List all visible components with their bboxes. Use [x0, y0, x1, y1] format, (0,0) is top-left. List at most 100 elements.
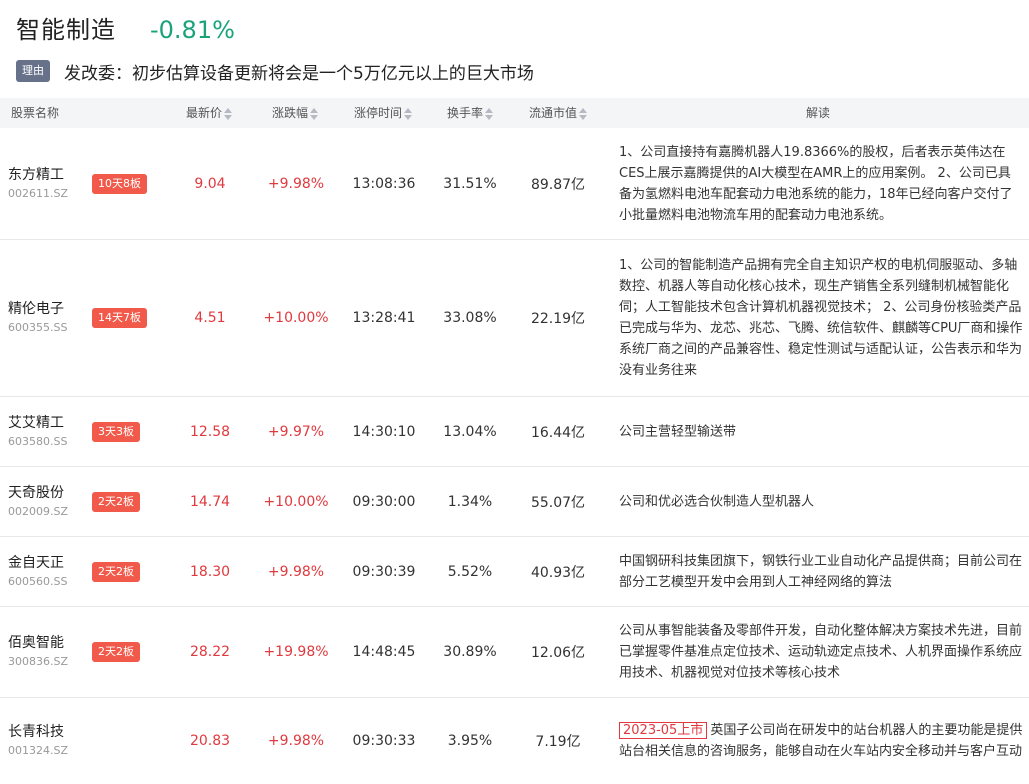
stock-code: 002009.SZ — [8, 504, 69, 518]
market-cap: 89.87亿 — [530, 176, 586, 193]
market-cap: 22.19亿 — [530, 311, 586, 327]
table-row[interactable]: 天奇股份 002009.SZ 2天2板 14.74 +10.00% 09:30:… — [0, 467, 1029, 537]
limit-up-badge: 10天8板 — [92, 173, 147, 194]
price: 18.30 — [189, 563, 231, 580]
description: 2023-05上市 英国子公司尚在研发中的站台机器人的主要功能是提供站台相关信息的… — [619, 720, 1023, 762]
stock-code: 603580.SS — [8, 434, 68, 448]
stock-code: 600560.SS — [8, 574, 68, 588]
table-row[interactable]: 金自天正 600560.SS 2天2板 18.30 +9.98% 09:30:3… — [0, 537, 1029, 607]
stock-code: 300836.SZ — [8, 655, 69, 668]
description-text: 1、公司的智能制造产品拥有完全自主知识产权的电机伺服驱动、多轴数控、机器人等自动… — [619, 258, 1023, 378]
description: 公司主营轻型输送带 — [619, 421, 1023, 442]
ipo-tag: 2023-05上市 — [619, 722, 708, 739]
sort-icon — [224, 107, 233, 120]
description: 1、公司直接持有嘉腾机器人19.8366%的股权，后者表示英伟达在CES上展示嘉… — [619, 142, 1023, 226]
turnover-rate: 13.04% — [443, 423, 497, 440]
limit-up-time: 14:30:10 — [352, 423, 416, 440]
col-pct-label: 涨跌幅 — [272, 106, 309, 120]
stock-name-block[interactable]: 艾艾精工 603580.SS — [8, 413, 67, 451]
stock-name-block[interactable]: 东方精工 002611.SZ — [8, 165, 68, 203]
col-cap-label: 流通市值 — [529, 106, 578, 120]
reason-tag: 理由 — [16, 60, 50, 82]
description: 1、公司的智能制造产品拥有完全自主知识产权的电机伺服驱动、多轴数控、机器人等自动… — [619, 255, 1023, 381]
description: 公司从事智能装备及零部件开发，自动化整体解决方案技术先进，目前已掌握零件基准点定… — [619, 621, 1023, 684]
sector-title: 智能制造 — [16, 16, 116, 44]
col-price[interactable]: 最新价 — [186, 98, 233, 128]
price: 28.22 — [189, 644, 231, 660]
reason-bar: 理由 发改委：初步估算设备更新将会是一个5万亿元以上的巨大市场 — [16, 58, 534, 84]
market-cap: 40.93亿 — [530, 564, 586, 581]
table-row[interactable]: 东方精工 002611.SZ 10天8板 9.04 +9.98% 13:08:3… — [0, 128, 1029, 240]
turnover-rate: 3.95% — [447, 733, 493, 749]
change-pct: +10.00% — [263, 493, 329, 510]
col-desc: 解读 — [806, 106, 831, 120]
table-row[interactable]: 长青科技 001324.SZ 20.83 +9.98% 09:30:33 3.9… — [0, 698, 1029, 784]
limit-up-badge: 14天7板 — [92, 308, 147, 328]
stock-name-block[interactable]: 天奇股份 002009.SZ — [8, 483, 68, 521]
col-time[interactable]: 涨停时间 — [354, 98, 413, 128]
sort-icon — [579, 107, 588, 120]
description-text: 公司和优必选合伙制造人型机器人 — [619, 494, 815, 509]
col-turnover-label: 换手率 — [447, 106, 484, 120]
change-pct: +9.98% — [267, 175, 325, 192]
limit-up-badge: 3天3板 — [92, 421, 140, 442]
description-text: 中国钢研科技集团旗下，钢铁行业工业自动化产品提供商；目前公司在部分工艺模型开发中… — [619, 553, 1023, 590]
stock-code: 001324.SZ — [8, 744, 69, 757]
reason-text: 发改委：初步估算设备更新将会是一个5万亿元以上的巨大市场 — [64, 63, 534, 84]
turnover-rate: 31.51% — [443, 175, 497, 192]
stock-name-block[interactable]: 长青科技 001324.SZ — [8, 722, 68, 760]
stock-name: 长青科技 — [8, 724, 64, 740]
turnover-rate: 5.52% — [447, 563, 493, 580]
stock-name-block[interactable]: 金自天正 600560.SS — [8, 553, 67, 591]
turnover-rate: 1.34% — [447, 493, 493, 510]
price: 14.74 — [189, 493, 231, 510]
col-cap[interactable]: 流通市值 — [529, 98, 588, 128]
table-row[interactable]: 精伦电子 600355.SS 14天7板 4.51 +10.00% 13:28:… — [0, 240, 1029, 397]
change-pct: +10.00% — [263, 310, 329, 326]
col-price-label: 最新价 — [186, 106, 223, 120]
sort-icon — [310, 107, 319, 120]
limit-up-badge: 2天2板 — [92, 491, 140, 512]
sector-change: -0.81% — [150, 16, 235, 44]
stock-name: 艾艾精工 — [8, 414, 64, 431]
limit-up-badge: 2天2板 — [92, 642, 140, 662]
price: 9.04 — [194, 175, 226, 192]
limit-up-time: 09:30:39 — [352, 563, 416, 580]
table-row[interactable]: 佰奥智能 300836.SZ 2天2板 28.22 +19.98% 14:48:… — [0, 607, 1029, 698]
col-name: 股票名称 — [11, 106, 60, 120]
header: 智能制造 -0.81% — [16, 10, 235, 46]
stock-name: 精伦电子 — [8, 301, 64, 317]
market-cap: 12.06亿 — [530, 645, 586, 661]
turnover-rate: 33.08% — [443, 310, 497, 326]
col-time-label: 涨停时间 — [354, 106, 403, 120]
price: 12.58 — [189, 423, 231, 440]
change-pct: +9.97% — [267, 423, 325, 440]
col-pct[interactable]: 涨跌幅 — [272, 98, 319, 128]
limit-up-time: 09:30:33 — [352, 733, 416, 749]
stock-name-block[interactable]: 精伦电子 600355.SS — [8, 299, 67, 337]
stock-name: 天奇股份 — [8, 484, 64, 501]
market-cap: 16.44亿 — [530, 424, 586, 441]
price: 4.51 — [194, 310, 226, 326]
stock-code: 600355.SS — [8, 321, 68, 334]
stock-name: 东方精工 — [8, 166, 64, 183]
turnover-rate: 30.89% — [443, 644, 497, 660]
stock-name: 金自天正 — [8, 554, 64, 571]
limit-up-time: 14:48:45 — [352, 644, 416, 660]
description: 公司和优必选合伙制造人型机器人 — [619, 491, 1023, 512]
stock-name: 佰奥智能 — [8, 635, 64, 651]
sort-icon — [485, 107, 494, 120]
col-turnover[interactable]: 换手率 — [447, 98, 494, 128]
table-header: 股票名称 最新价 涨跌幅 涨停时间 换手率 流通市值 解读 — [0, 98, 1029, 128]
change-pct: +9.98% — [267, 733, 325, 749]
change-pct: +19.98% — [263, 644, 329, 660]
market-cap: 55.07亿 — [530, 494, 586, 511]
limit-up-time: 09:30:00 — [352, 493, 416, 510]
table-row[interactable]: 艾艾精工 603580.SS 3天3板 12.58 +9.97% 14:30:1… — [0, 397, 1029, 467]
limit-up-time: 13:28:41 — [352, 310, 416, 326]
description-text: 公司从事智能装备及零部件开发，自动化整体解决方案技术先进，目前已掌握零件基准点定… — [619, 623, 1023, 681]
market-cap: 7.19亿 — [535, 734, 581, 750]
stock-code: 002611.SZ — [8, 186, 69, 200]
limit-up-time: 13:08:36 — [352, 175, 416, 192]
stock-name-block[interactable]: 佰奥智能 300836.SZ — [8, 633, 68, 671]
